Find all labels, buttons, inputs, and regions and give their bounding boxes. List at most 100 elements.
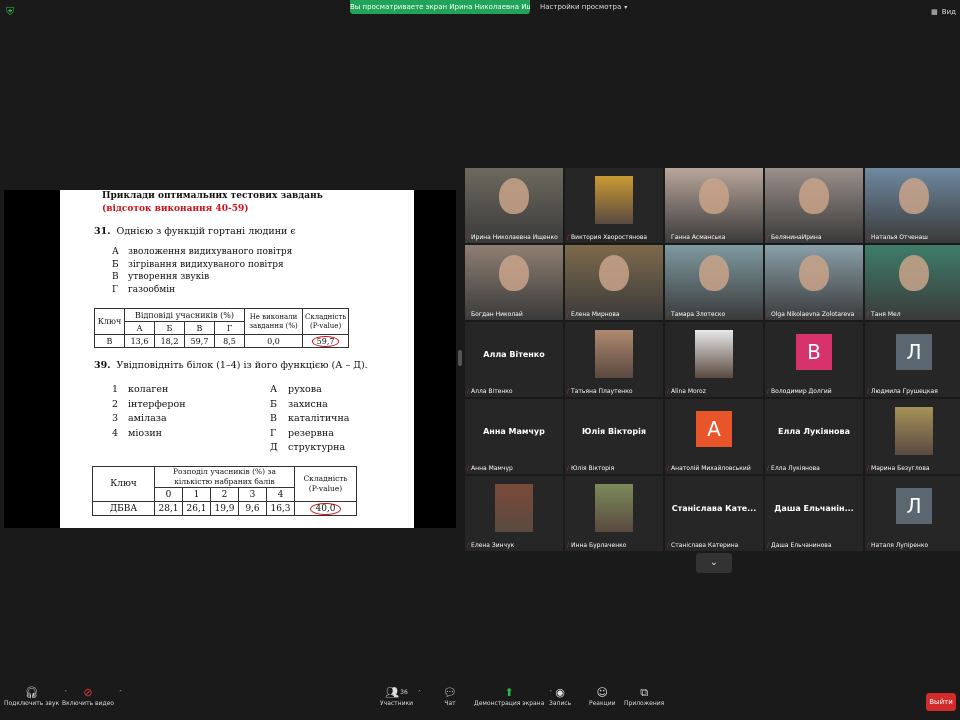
participant-name-label: ⧸ Olga Nikolaevna Zolotareva <box>767 311 854 319</box>
option: Бзігрівання видихуваного повітря <box>112 259 284 270</box>
participant-display-name: Юлія Вікторія <box>582 427 646 436</box>
table-header: Розподіл учасників (%) за кількістю набр… <box>154 466 295 488</box>
participant-tile[interactable]: ⧸ Olga Nikolaevna Zolotareva <box>765 245 863 320</box>
participant-tile[interactable]: А ⧸ Анатолій Михайловський <box>665 399 763 474</box>
mic-muted-icon: ⧸ <box>567 311 570 318</box>
participant-tile[interactable]: ⧸ Таня Мел <box>865 245 960 320</box>
participant-tile[interactable]: Л ⧸ Людмила Грушецкая <box>865 322 960 397</box>
participant-name-label: ⧸ Ирина Николаевна Ищенко <box>467 234 558 242</box>
participant-face <box>899 178 929 214</box>
participant-tile[interactable]: ⧸ Виктория Хворостянова <box>565 168 663 243</box>
list-item: 4 міозин <box>112 427 162 439</box>
mic-muted-icon: ⧸ <box>767 234 770 241</box>
participant-tile[interactable]: Алла Вітенко ⧸ Алла Вітенко <box>465 322 563 397</box>
mic-muted-icon: ⧸ <box>767 542 770 549</box>
participant-tile[interactable]: ⧸ Марина Безуглова <box>865 399 960 474</box>
participant-tile[interactable]: ⧸ Ирина Николаевна Ищенко <box>465 168 563 243</box>
participant-name-label: ⧸ Анатолій Михайловський <box>667 465 751 473</box>
participant-face <box>799 255 829 291</box>
chat-button[interactable]: 💬︎ Чат <box>443 686 457 707</box>
participant-name-label: ⧸ БелянинаИрина <box>767 234 822 242</box>
share-screen-button[interactable]: ⬆ Демонстрация экрана ˄ <box>474 686 552 707</box>
mic-muted-icon: ⧸ <box>767 311 770 318</box>
participant-display-name: Елла Лукіянова <box>777 427 851 436</box>
view-settings-button[interactable]: Настройки просмотра ▾ <box>540 0 627 14</box>
participant-name-label: ⧸ Таня Мел <box>867 311 901 319</box>
participant-video <box>465 168 563 243</box>
table-cell: В <box>94 334 125 348</box>
video-off-icon: ⊘ <box>83 686 93 699</box>
table-header: Складність (P-value) <box>294 466 357 502</box>
slide-subtitle: (відсоток виконання 40-59) <box>102 204 249 214</box>
chevron-up-icon[interactable]: ˄ <box>418 690 421 697</box>
table-header: 1 <box>182 487 211 502</box>
participant-tile[interactable]: Станіслава Кате... ⧸ Станіслава Катерина <box>665 476 763 551</box>
difficulty-value-circled: 59,7 <box>311 335 340 347</box>
participants-button[interactable]: 👥︎36 Участники ˄ <box>380 686 421 707</box>
record-button[interactable]: ◉ Запись <box>549 686 571 707</box>
participant-name-label: ⧸ Ганна Асманська <box>667 234 725 242</box>
profile-photo <box>495 484 533 532</box>
list-item: Дструктурна <box>270 442 346 453</box>
chevron-up-icon[interactable]: ˄ <box>119 690 122 697</box>
table-header: В <box>184 321 215 335</box>
table-cell: 26,1 <box>182 501 211 516</box>
question-31-options: Азволоження видихуваного повітря Бзігрів… <box>112 246 292 296</box>
participant-name: Alina Moroz <box>671 388 706 395</box>
view-button[interactable]: ▦ Вид <box>931 8 956 16</box>
participant-tile[interactable]: Даша Ельчанін... ⧸ Даша Ельчанинова <box>765 476 863 551</box>
leave-meeting-button[interactable]: Выйти <box>926 693 956 711</box>
grid-view-icon: ▦ <box>931 8 938 16</box>
participant-tile[interactable]: ⧸ БелянинаИрина <box>765 168 863 243</box>
participant-tile[interactable]: ⧸ Богдан Николай <box>465 245 563 320</box>
participant-name-label: ⧸ Alina Moroz <box>667 388 706 396</box>
participant-name-label: ⧸ Володимир Долгий <box>767 388 832 396</box>
participant-name-label: ⧸ Инна Бурлаченко <box>567 542 626 550</box>
participant-name: Татьяна Плаутенко <box>571 388 633 395</box>
unmute-audio-button[interactable]: 🎧︎ Подключить звук ˄ <box>4 686 67 707</box>
participant-tile[interactable]: Елла Лукіянова ⧸ Елла Лукіянова <box>765 399 863 474</box>
list-item: Арухова <box>270 384 322 395</box>
participant-face <box>899 255 929 291</box>
participant-display-name: Анна Мамчур <box>483 427 545 436</box>
split-resize-handle[interactable] <box>458 350 462 366</box>
next-page-button[interactable]: ⌄ <box>696 553 732 573</box>
participant-tile[interactable]: Л ⧸ Наталя Лупіренко <box>865 476 960 551</box>
participant-tile[interactable]: ⧸ Ганна Асманська <box>665 168 763 243</box>
participant-tile[interactable]: ⧸ Инна Бурлаченко <box>565 476 663 551</box>
table-cell: 59,7 <box>301 334 350 348</box>
mic-muted-icon: ⧸ <box>467 234 470 241</box>
participant-tile[interactable]: Юлія Вікторія ⧸ Юлія Вікторія <box>565 399 663 474</box>
record-icon: ◉ <box>555 686 565 699</box>
start-video-button[interactable]: ⊘ Включить видео ˄ <box>62 686 122 707</box>
participant-name-label: ⧸ Татьяна Плаутенко <box>567 388 633 396</box>
participant-face <box>499 178 529 214</box>
participant-tile[interactable]: ⧸ Елена Зинчук <box>465 476 563 551</box>
participant-tile[interactable]: ⧸ Татьяна Плаутенко <box>565 322 663 397</box>
participant-name-label: ⧸ Тамара Злотеско <box>667 311 725 319</box>
option: Вутворення звуків <box>112 272 210 282</box>
shield-icon[interactable]: ⛨ <box>6 6 16 18</box>
participant-name-label: ⧸ Елена Зинчук <box>467 542 514 550</box>
profile-photo <box>595 484 633 532</box>
participant-tile[interactable]: ⧸ Наталья Отченаш <box>865 168 960 243</box>
participant-tile[interactable]: В ⧸ Володимир Долгий <box>765 322 863 397</box>
participant-gallery: ⧸ Ирина Николаевна Ищенко ⧸ Виктория Хворос… <box>465 168 960 551</box>
participant-tile[interactable]: ⧸ Alina Moroz <box>665 322 763 397</box>
table-header: 2 <box>210 487 239 502</box>
table-cell: 0,0 <box>244 334 303 348</box>
participant-name: Людмила Грушецкая <box>871 388 938 395</box>
mic-muted-icon: ⧸ <box>467 311 470 318</box>
participant-tile[interactable]: ⧸ Тамара Злотеско <box>665 245 763 320</box>
avatar: Л <box>896 334 932 370</box>
participant-tile[interactable]: ⧸ Елена Мирнова <box>565 245 663 320</box>
table-header: Б <box>154 321 185 335</box>
table-cell: ДБВА <box>92 501 155 516</box>
participant-name: Olga Nikolaevna Zolotareva <box>771 311 855 318</box>
participant-tile[interactable]: Анна Мамчур ⧸ Анна Мамчур <box>465 399 563 474</box>
participant-name: Елла Лукіянова <box>771 465 820 472</box>
reactions-button[interactable]: ☺ Реакции <box>589 686 616 707</box>
apps-button[interactable]: ⧉ Приложения <box>624 686 664 707</box>
shared-screen[interactable]: Приклади оптимальних тестових завдань (в… <box>4 190 456 528</box>
table-cell: 13,6 <box>124 334 155 348</box>
